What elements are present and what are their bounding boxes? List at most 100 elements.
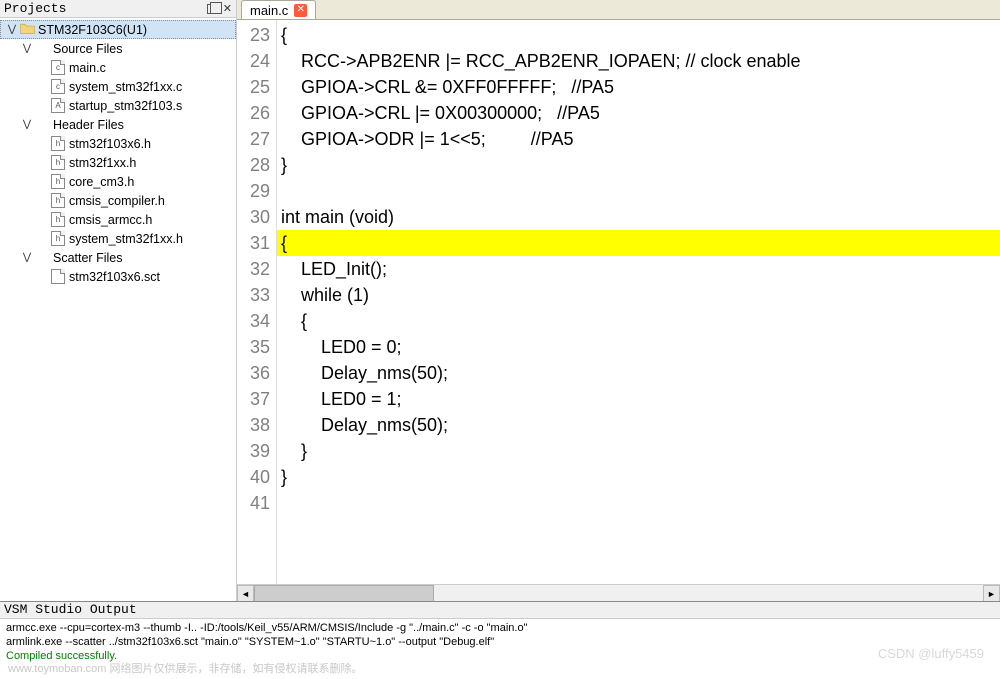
watermark-right: CSDN @luffy5459 [878,646,984,661]
line-number: 36 [237,360,270,386]
scroll-left-icon[interactable]: ◄ [237,585,254,601]
tree-node-label: startup_stm32f103.s [69,99,182,113]
code-line[interactable]: GPIOA->CRL |= 0X00300000; //PA5 [277,100,1000,126]
expander-icon[interactable]: ⋁ [20,119,34,130]
code-line[interactable] [277,490,1000,516]
code-line[interactable] [277,178,1000,204]
close-panel-icon[interactable]: ✕ [223,2,232,15]
tree-node-label: core_cm3.h [69,175,134,189]
code-editor[interactable]: 23242526272829303132333435363738394041 {… [237,20,1000,584]
code-line[interactable]: LED0 = 1; [277,386,1000,412]
line-number: 27 [237,126,270,152]
line-number: 29 [237,178,270,204]
tree-item-2-0[interactable]: stm32f103x6.sct [0,267,236,286]
code-line[interactable]: { [277,230,1000,256]
tab-main-c[interactable]: main.c ✕ [241,0,316,19]
expander-icon[interactable]: ⋁ [20,43,34,54]
tree-node-icon: h [50,136,66,152]
tree-node-label: cmsis_compiler.h [69,194,165,208]
undock-icon[interactable] [207,4,217,14]
tree-item-1-2[interactable]: hcore_cm3.h [0,172,236,191]
code-lines[interactable]: { RCC->APB2ENR |= RCC_APB2ENR_IOPAEN; //… [277,20,1000,584]
code-line[interactable]: Delay_nms(50); [277,360,1000,386]
code-line[interactable]: LED_Init(); [277,256,1000,282]
tree-node-icon [34,117,50,133]
tree-item-1-1[interactable]: hstm32f1xx.h [0,153,236,172]
code-line[interactable]: Delay_nms(50); [277,412,1000,438]
horizontal-scrollbar[interactable]: ◄ ► [237,584,1000,601]
tree-node-icon [34,250,50,266]
tree-node-label: Scatter Files [53,251,122,265]
tree-node-icon [34,41,50,57]
tree-item-0-1[interactable]: csystem_stm32f1xx.c [0,77,236,96]
tree-node-label: stm32f103x6.sct [69,270,160,284]
line-number: 35 [237,334,270,360]
code-line[interactable]: } [277,438,1000,464]
line-number: 37 [237,386,270,412]
tree-group-2[interactable]: ⋁ Scatter Files [0,248,236,267]
tree-item-1-0[interactable]: hstm32f103x6.h [0,134,236,153]
tree-root[interactable]: ⋁ STM32F103C6(U1) [0,20,236,39]
tree-node-label: cmsis_armcc.h [69,213,152,227]
projects-panel: Projects ✕ ⋁ STM32F103C6(U1) ⋁ Source Files… [0,0,237,601]
projects-title: Projects [4,1,66,16]
line-number: 34 [237,308,270,334]
line-number: 28 [237,152,270,178]
line-number: 38 [237,412,270,438]
tree-node-icon: c [50,79,66,95]
tree-group-0[interactable]: ⋁ Source Files [0,39,236,58]
tree-node-icon: h [50,155,66,171]
tree-node-icon: h [50,212,66,228]
code-line[interactable]: GPIOA->ODR |= 1<<5; //PA5 [277,126,1000,152]
line-gutter: 23242526272829303132333435363738394041 [237,20,277,584]
tree-node-icon: h [50,231,66,247]
line-number: 23 [237,22,270,48]
tree-item-0-0[interactable]: cmain.c [0,58,236,77]
output-title: VSM Studio Output [0,602,1000,619]
code-line[interactable]: { [277,308,1000,334]
close-icon[interactable]: ✕ [294,4,307,17]
tree-node-icon: h [50,174,66,190]
watermark-left: www.toymoban.com 网络图片仅供展示，非存储，如有侵权请联系删除。 [8,660,362,676]
code-line[interactable]: int main (void) [277,204,1000,230]
code-line[interactable]: while (1) [277,282,1000,308]
line-number: 31 [237,230,270,256]
tree-node-icon [50,269,66,285]
tree-node-label: system_stm32f1xx.h [69,232,183,246]
line-number: 32 [237,256,270,282]
expander-icon[interactable]: ⋁ [5,24,19,35]
tree-node-label: Source Files [53,42,122,56]
tree-node-icon: c [50,60,66,76]
code-line[interactable]: LED0 = 0; [277,334,1000,360]
output-line: armcc.exe --cpu=cortex-m3 --thumb -I.. -… [6,621,994,635]
tree-item-1-3[interactable]: hcmsis_compiler.h [0,191,236,210]
code-line[interactable]: GPIOA->CRL &= 0XFF0FFFFF; //PA5 [277,74,1000,100]
code-line[interactable]: { [277,22,1000,48]
output-line: armlink.exe --scatter ../stm32f103x6.sct… [6,635,994,649]
line-number: 25 [237,74,270,100]
tab-label: main.c [250,3,288,18]
line-number: 30 [237,204,270,230]
tree-node-label: system_stm32f1xx.c [69,80,182,94]
scroll-thumb[interactable] [254,585,434,601]
code-line[interactable]: RCC->APB2ENR |= RCC_APB2ENR_IOPAEN; // c… [277,48,1000,74]
code-line[interactable]: } [277,152,1000,178]
code-line[interactable]: } [277,464,1000,490]
tree-item-0-2[interactable]: Astartup_stm32f103.s [0,96,236,115]
tree-node-label: STM32F103C6(U1) [38,23,147,37]
tree-node-label: Header Files [53,118,124,132]
line-number: 39 [237,438,270,464]
tree-item-1-5[interactable]: hsystem_stm32f1xx.h [0,229,236,248]
line-number: 33 [237,282,270,308]
tree-node-icon [19,22,35,38]
line-number: 41 [237,490,270,516]
scroll-right-icon[interactable]: ► [983,585,1000,601]
tree-item-1-4[interactable]: hcmsis_armcc.h [0,210,236,229]
project-tree[interactable]: ⋁STM32F103C6(U1)⋁Source Filescmain.ccsys… [0,18,236,601]
projects-header: Projects ✕ [0,0,236,18]
tree-node-label: main.c [69,61,106,75]
tree-node-icon: h [50,193,66,209]
tree-group-1[interactable]: ⋁ Header Files [0,115,236,134]
tree-node-icon: A [50,98,66,114]
expander-icon[interactable]: ⋁ [20,252,34,263]
